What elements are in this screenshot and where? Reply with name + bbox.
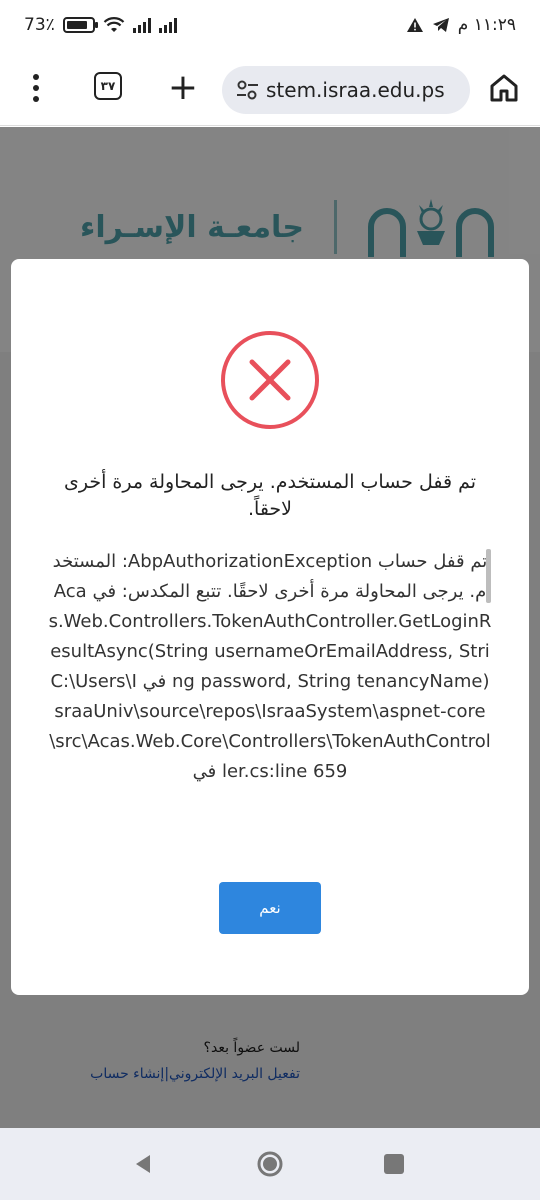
- clock: ١١:٢٩ م: [457, 15, 516, 35]
- telegram-icon: [432, 18, 449, 32]
- signal-icon: [132, 17, 151, 33]
- status-left: 73٪: [24, 15, 177, 35]
- overflow-menu-icon[interactable]: [20, 68, 52, 108]
- ok-button[interactable]: نعم: [219, 882, 321, 934]
- new-tab-button[interactable]: +: [166, 68, 200, 108]
- error-dialog: تم قفل حساب المستخدم. يرجى المحاولة مرة …: [11, 259, 529, 995]
- status-bar: 73٪ ١١:٢٩ م: [0, 0, 540, 50]
- dialog-message[interactable]: تم قفل حساب AbpAuthorizationException: ا…: [47, 547, 493, 851]
- plus-icon: +: [167, 67, 199, 108]
- tab-count: ٣٧: [100, 79, 116, 93]
- home-icon[interactable]: [486, 70, 522, 106]
- dialog-scrollbar[interactable]: [486, 549, 491, 603]
- tab-switcher-button[interactable]: ٣٧: [94, 72, 122, 100]
- battery-percent: 73٪: [24, 15, 55, 35]
- battery-icon: [62, 17, 98, 33]
- system-nav-bar: [0, 1128, 540, 1200]
- dialog-title: تم قفل حساب المستخدم. يرجى المحاولة مرة …: [63, 471, 477, 520]
- browser-toolbar: ٣٧ + stem.israa.edu.ps: [0, 50, 540, 126]
- warning-icon: [406, 18, 423, 32]
- recent-apps-icon[interactable]: [384, 1154, 404, 1174]
- signal-icon-2: [158, 17, 177, 33]
- address-bar[interactable]: stem.israa.edu.ps: [222, 66, 470, 114]
- status-right: ١١:٢٩ م: [406, 15, 516, 35]
- back-icon[interactable]: [132, 1152, 156, 1176]
- tune-icon[interactable]: [234, 78, 262, 102]
- home-nav-icon[interactable]: [256, 1150, 284, 1178]
- wifi-icon: [103, 17, 125, 32]
- x-circle-icon: [221, 331, 319, 429]
- url-text[interactable]: stem.israa.edu.ps: [266, 78, 445, 102]
